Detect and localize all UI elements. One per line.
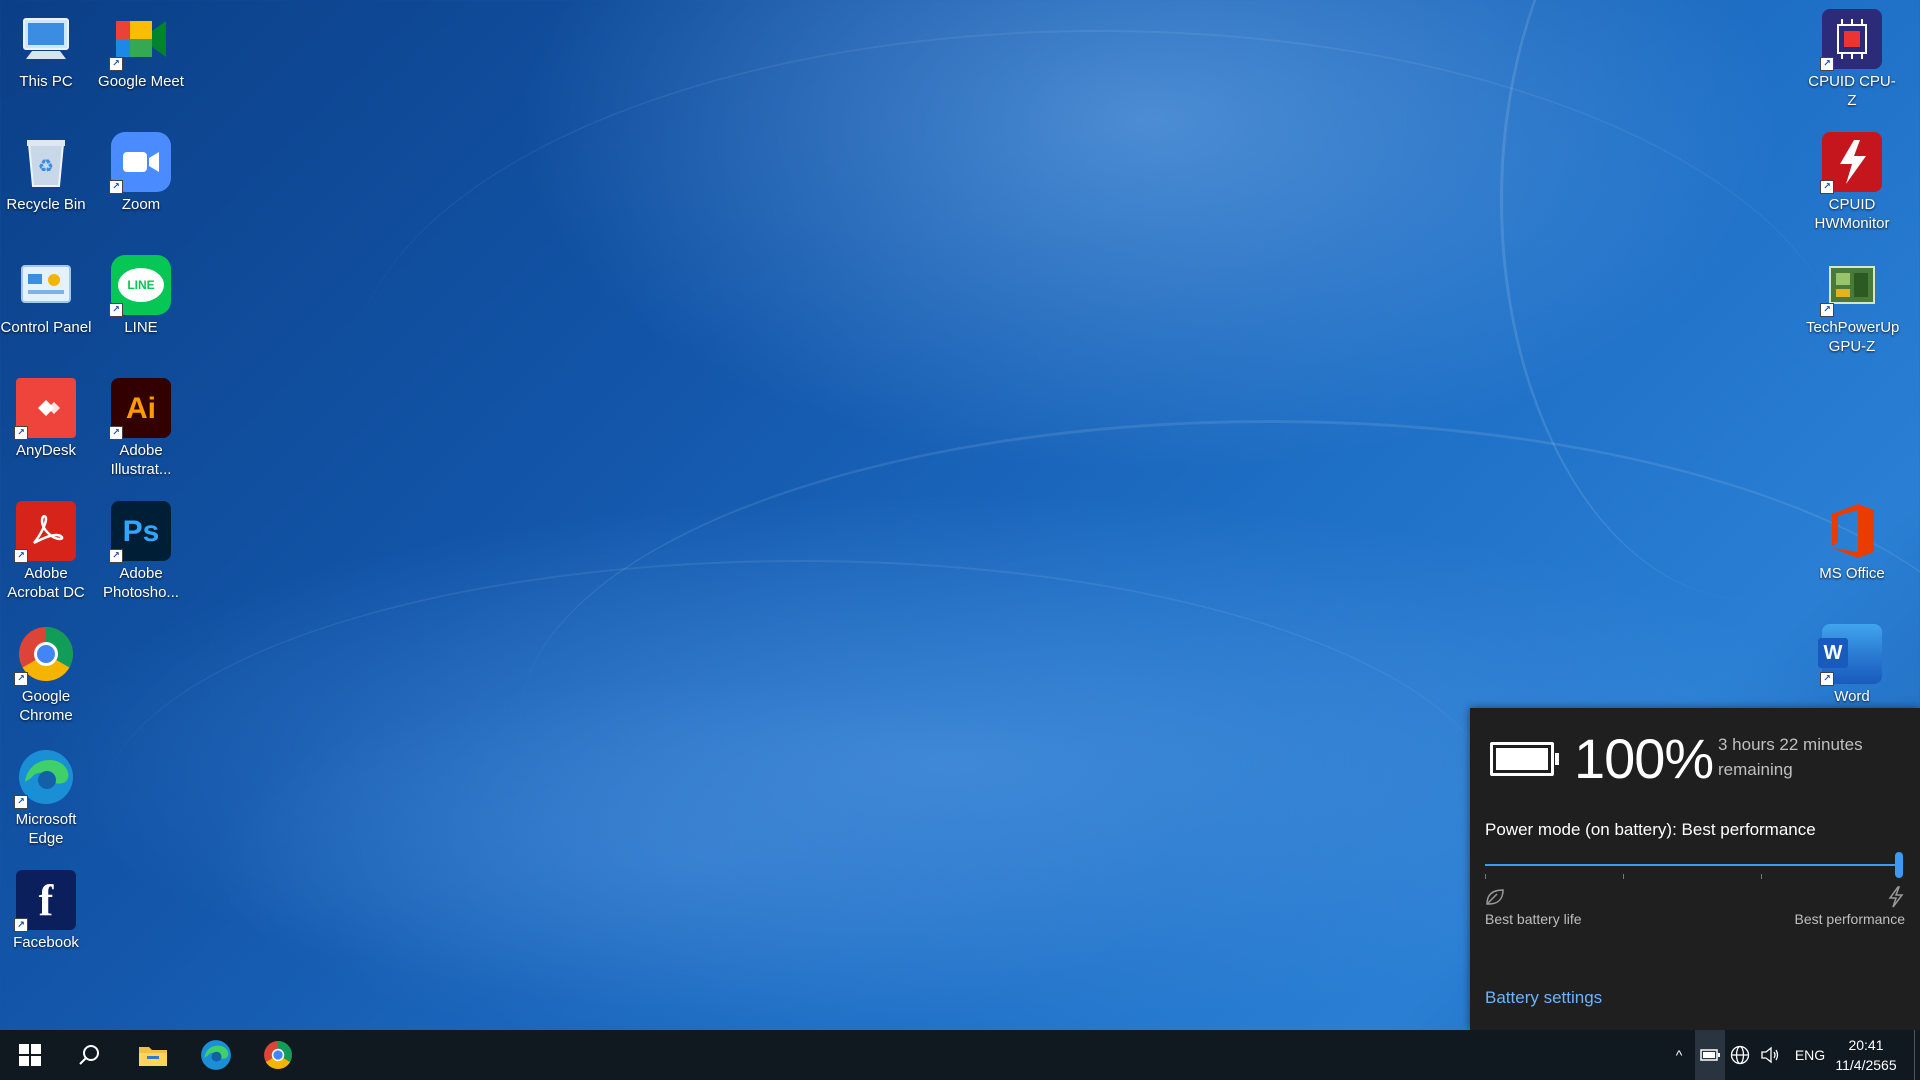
clock-date: 11/4/2565 — [1835, 1057, 1897, 1073]
hwmonitor-icon: ↗ — [1820, 132, 1882, 194]
speaker-icon — [1761, 1046, 1779, 1064]
battery-icon — [1490, 742, 1559, 776]
desktop-icon-acrobat[interactable]: ↗ Adobe Acrobat DC — [0, 492, 92, 602]
globe-icon — [1730, 1045, 1750, 1065]
language-button[interactable]: ENG — [1790, 1030, 1830, 1080]
network-tray-button[interactable] — [1725, 1030, 1755, 1080]
slider-track[interactable] — [1485, 864, 1899, 866]
gpuz-icon: ↗ — [1820, 255, 1882, 317]
illustrator-icon: Ai ↗ — [109, 378, 171, 440]
chevron-up-icon: ^ — [1675, 1047, 1683, 1063]
word-icon: W ↗ — [1818, 624, 1882, 686]
battery-flyout: 100% 3 hours 22 minutes remaining Power … — [1470, 708, 1920, 1030]
taskbar: ^ ENG 20:41 11/4/2565 — [0, 1030, 1920, 1080]
office-icon — [1822, 501, 1882, 561]
desktop-icon-zoom[interactable]: ↗ Zoom — [95, 123, 187, 214]
desktop-icon-photoshop[interactable]: Ps ↗ Adobe Photosho... — [95, 492, 187, 602]
anydesk-icon: ↗ — [14, 378, 76, 440]
edge-taskbar-button[interactable] — [186, 1030, 246, 1080]
edge-icon — [201, 1040, 231, 1070]
power-mode-label: Power mode (on battery): Best performanc… — [1485, 820, 1816, 839]
clock-time: 20:41 — [1848, 1037, 1884, 1053]
this-pc-icon — [16, 9, 76, 69]
file-explorer-button[interactable] — [123, 1030, 183, 1080]
desktop-icon-hwmonitor[interactable]: ↗ CPUID HWMonitor — [1806, 123, 1898, 233]
desktop-icon-control-panel[interactable]: Control Panel — [0, 246, 92, 337]
control-panel-icon — [16, 255, 76, 315]
battery-icon — [1700, 1049, 1720, 1061]
chrome-icon: ↗ — [14, 624, 76, 686]
chrome-taskbar-button[interactable] — [248, 1030, 308, 1080]
start-button[interactable] — [0, 1030, 60, 1080]
battery-settings-link[interactable]: Battery settings — [1485, 988, 1602, 1008]
best-performance-label: Best performance — [1794, 911, 1906, 927]
show-desktop-button[interactable] — [1914, 1030, 1920, 1080]
clock[interactable]: 20:41 11/4/2565 — [1826, 1035, 1906, 1075]
volume-tray-button[interactable] — [1755, 1030, 1785, 1080]
recycle-bin-icon: ♻ — [16, 132, 76, 192]
show-hidden-icons-button[interactable]: ^ — [1664, 1030, 1694, 1080]
desktop-icon-recycle-bin[interactable]: ♻ Recycle Bin — [0, 123, 92, 214]
slider-tick — [1761, 874, 1762, 879]
slider-tick — [1623, 874, 1624, 879]
line-icon: LINE ↗ — [109, 255, 171, 317]
desktop-icon-chrome[interactable]: ↗ Google Chrome — [0, 615, 92, 725]
desktop-icon-this-pc[interactable]: This PC — [0, 0, 92, 91]
google-meet-icon: ↗ — [109, 9, 171, 71]
file-explorer-icon — [139, 1047, 167, 1066]
battery-tray-button[interactable] — [1695, 1030, 1725, 1080]
slider-tick — [1485, 874, 1486, 879]
search-button[interactable] — [60, 1030, 120, 1080]
best-battery-life-label: Best battery life — [1485, 911, 1582, 927]
desktop-icon-google-meet[interactable]: ↗ Google Meet — [95, 0, 187, 91]
photoshop-icon: Ps ↗ — [109, 501, 171, 563]
cpuz-icon: ↗ — [1820, 9, 1882, 71]
desktop-icon-gpuz[interactable]: ↗ TechPowerUp GPU-Z — [1806, 246, 1899, 356]
desktop-icon-cpuz[interactable]: ↗ CPUID CPU-Z — [1806, 0, 1898, 110]
facebook-icon: f ↗ — [14, 870, 76, 932]
svg-text:♻: ♻ — [38, 156, 54, 176]
slider-thumb[interactable] — [1895, 852, 1903, 878]
leaf-icon — [1485, 888, 1505, 906]
desktop-icon-word[interactable]: W ↗ Word — [1806, 615, 1898, 706]
search-icon — [79, 1045, 99, 1065]
edge-icon: ↗ — [14, 747, 76, 809]
windows-start-icon — [19, 1044, 41, 1066]
desktop-icon-anydesk[interactable]: ↗ AnyDesk — [0, 369, 92, 460]
desktop-icon-office[interactable]: MS Office — [1806, 492, 1898, 583]
desktop-icon-edge[interactable]: ↗ Microsoft Edge — [0, 738, 92, 848]
battery-percent: 100% — [1574, 727, 1714, 790]
zoom-icon: ↗ — [109, 132, 171, 194]
desktop-icon-facebook[interactable]: f ↗ Facebook — [0, 861, 92, 952]
desktop-icon-line[interactable]: LINE ↗ LINE — [95, 246, 187, 337]
acrobat-icon: ↗ — [14, 501, 76, 563]
lightning-icon — [1886, 886, 1906, 908]
desktop-icon-illustrator[interactable]: Ai ↗ Adobe Illustrat... — [95, 369, 187, 479]
battery-remaining-time: 3 hours 22 minutes remaining — [1718, 735, 1863, 779]
chrome-icon — [264, 1041, 292, 1069]
